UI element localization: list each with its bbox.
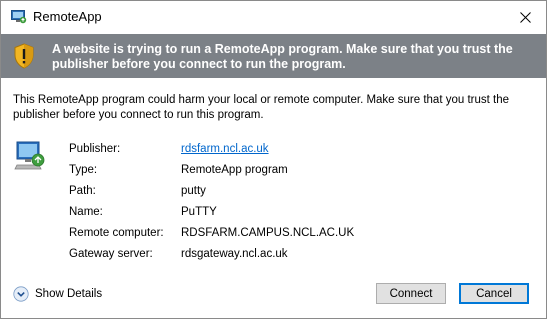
show-details-label: Show Details — [35, 288, 103, 300]
detail-value: rdsgateway.ncl.ac.uk — [181, 248, 288, 260]
window-title: RemoteApp — [33, 9, 102, 24]
detail-value: putty — [181, 185, 206, 197]
connect-button[interactable]: Connect — [376, 283, 446, 304]
remoteapp-dialog: RemoteApp A website is trying to run a R… — [0, 0, 547, 319]
shield-warning-icon — [14, 43, 34, 69]
security-warning-banner: A website is trying to run a RemoteApp p… — [1, 34, 546, 78]
detail-label: Path: — [69, 185, 96, 197]
detail-label: Publisher: — [69, 143, 121, 155]
close-button[interactable] — [512, 5, 538, 29]
publisher-link[interactable]: rdsfarm.ncl.ac.uk — [181, 143, 269, 155]
close-icon — [519, 11, 531, 23]
risk-description: This RemoteApp program could harm your l… — [13, 94, 509, 121]
show-details-toggle[interactable]: Show Details — [13, 285, 102, 303]
detail-label: Gateway server: — [69, 248, 153, 260]
remoteapp-icon — [11, 10, 27, 24]
detail-label: Name: — [69, 206, 103, 218]
detail-label: Type: — [69, 164, 98, 176]
remote-computer-icon — [14, 141, 45, 170]
title-bar: RemoteApp — [1, 1, 546, 33]
detail-value: RDSFARM.CAMPUS.NCL.AC.UK — [181, 227, 355, 239]
warning-message: A website is trying to run a RemoteApp p… — [52, 42, 513, 71]
cancel-button[interactable]: Cancel — [459, 283, 529, 304]
detail-value: PuTTY — [181, 206, 217, 218]
chevron-down-circle-icon — [13, 286, 29, 302]
detail-value: RemoteApp program — [181, 164, 288, 176]
detail-label: Remote computer: — [69, 227, 164, 239]
